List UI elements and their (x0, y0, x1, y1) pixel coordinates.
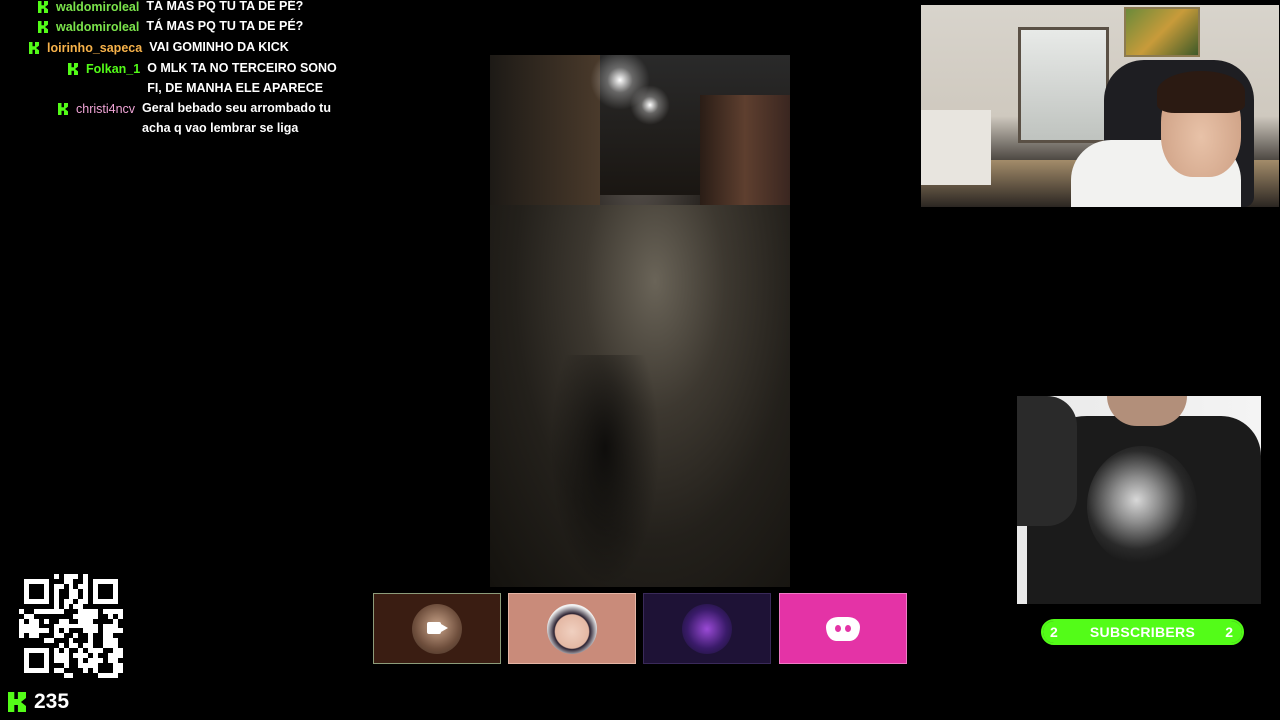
chat-text: Geral bebado seu arrombado tu acha q vao… (142, 101, 331, 135)
chat-text: VAI GOMINHO DA KICK (149, 40, 289, 54)
chat-message: christi4ncv Geral bebado seu arrombado t… (58, 101, 338, 138)
room-sofa (921, 110, 991, 185)
room-window (1018, 27, 1109, 143)
chat-username: waldomiroleal (56, 20, 140, 34)
chat-text: O MLK TA NO TERCEIRO SONO FI, DE MANHA E… (147, 61, 337, 95)
kick-badge-icon (38, 21, 48, 33)
video-shadow (550, 355, 660, 587)
chat-username: loirinho_sapeca (47, 41, 143, 55)
camera-tile[interactable] (373, 593, 501, 664)
tshirt-print (1087, 446, 1197, 566)
kick-badge-icon (68, 63, 78, 75)
chat-message: waldomiroleal TÁ MAS PQ TU TA DE PÉ? (38, 0, 303, 16)
chat-text: TÁ MAS PQ TU TA DE PÉ? (146, 0, 304, 13)
chat-message: Folkan_1 O MLK TA NO TERCEIRO SONO FI, D… (68, 61, 338, 98)
discord-tile[interactable] (779, 593, 907, 664)
subscriber-label: SUBSCRIBERS (1089, 624, 1196, 640)
subscriber-goal-bar: 2 SUBSCRIBERS 2 (1041, 619, 1244, 645)
chat-username: Folkan_1 (86, 62, 141, 76)
qr-code (19, 574, 123, 678)
chat-text: TÁ MAS PQ TU TA DE PÉ? (146, 19, 304, 33)
kick-logo-icon (8, 692, 26, 712)
kick-badge-icon (38, 1, 48, 13)
participant-avatar (547, 603, 597, 654)
viewer-count: 235 (34, 690, 70, 713)
viewer-count-widget: 235 (8, 690, 69, 714)
kick-badge-icon (29, 42, 39, 54)
participant-tile[interactable] (508, 593, 636, 664)
chat-username: christi4ncv (76, 102, 136, 116)
guest-webcam (1017, 396, 1261, 604)
participant-tile-2[interactable] (643, 593, 771, 664)
participant-avatar (412, 603, 462, 654)
participant-avatar (682, 603, 732, 654)
discord-icon (826, 616, 860, 641)
streamer-webcam (921, 5, 1279, 207)
kick-badge-icon (58, 103, 68, 115)
guest-arm (1017, 396, 1077, 526)
main-video-feed (490, 55, 790, 587)
video-camera-icon (427, 621, 448, 634)
chat-username: waldomiroleal (56, 0, 140, 14)
subscriber-goal: 2 (1225, 624, 1233, 640)
chat-message: waldomiroleal TÁ MAS PQ TU TA DE PÉ? (38, 19, 303, 36)
chat-message: loirinho_sapeca VAI GOMINHO DA KICK (29, 40, 289, 57)
streamer-hair (1157, 71, 1245, 113)
wall-painting (1124, 7, 1200, 57)
street-lamp (630, 85, 670, 125)
